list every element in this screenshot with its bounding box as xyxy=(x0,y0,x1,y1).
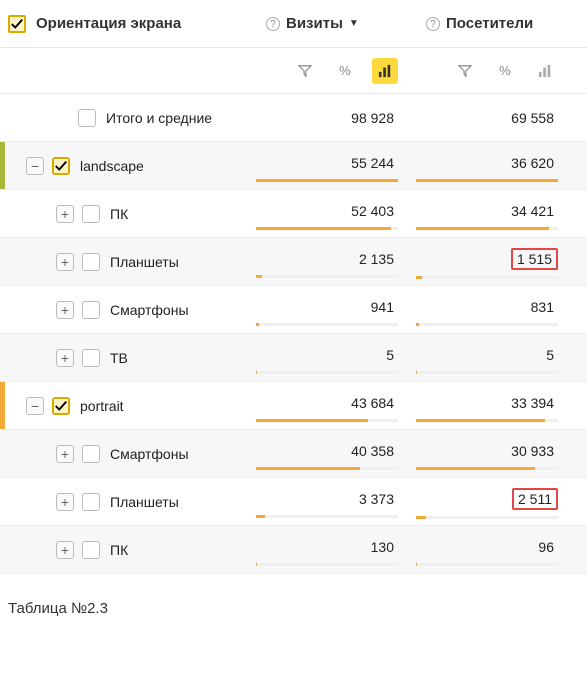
bar-track xyxy=(416,371,558,374)
percent-button[interactable]: % xyxy=(332,58,358,84)
visitors-value: 69 558 xyxy=(507,108,558,128)
bar-track xyxy=(256,419,398,422)
tool-row: % % xyxy=(0,48,587,94)
bar-track xyxy=(416,467,558,470)
visitors-value: 34 421 xyxy=(507,201,558,221)
bar-track xyxy=(416,276,558,279)
row-label: ПК xyxy=(110,206,128,222)
bar-track xyxy=(256,275,398,278)
row-landscape-phones: + Смартфоны 941 831 xyxy=(0,286,587,334)
dimension-label: Ориентация экрана xyxy=(36,15,181,32)
category-indicator xyxy=(0,382,5,429)
table-caption: Таблица №2.3 xyxy=(0,574,587,625)
row-label: Планшеты xyxy=(110,254,179,270)
row-landscape: − landscape 55 244 36 620 xyxy=(0,142,587,190)
chevron-down-icon[interactable]: ▼ xyxy=(349,18,359,29)
help-icon[interactable]: ? xyxy=(426,17,440,31)
visitors-value: 96 xyxy=(534,537,558,557)
visitors-value-highlighted: 1 515 xyxy=(511,248,558,270)
visits-value: 3 373 xyxy=(355,489,398,509)
checkbox[interactable] xyxy=(82,349,100,367)
row-label: Смартфоны xyxy=(110,302,189,318)
visitors-value: 831 xyxy=(527,297,558,317)
bar-track xyxy=(416,227,558,230)
row-label: Планшеты xyxy=(110,494,179,510)
checkbox[interactable] xyxy=(82,301,100,319)
expand-button[interactable]: + xyxy=(56,493,74,511)
header-row: Ориентация экрана ? Визиты ▼ ? Посетител… xyxy=(0,0,587,48)
row-label: ТВ xyxy=(110,350,128,366)
row-landscape-pc: + ПК 52 403 34 421 xyxy=(0,190,587,238)
filter-icon[interactable] xyxy=(292,58,318,84)
visits-value: 43 684 xyxy=(347,393,398,413)
row-portrait-tablets: + Планшеты 3 373 2 511 xyxy=(0,478,587,526)
checkbox[interactable] xyxy=(82,445,100,463)
checkbox-checked[interactable] xyxy=(52,397,70,415)
visits-value: 130 xyxy=(367,537,398,557)
visitors-label: Посетители xyxy=(446,15,533,32)
collapse-button[interactable]: − xyxy=(26,157,44,175)
visits-value: 98 928 xyxy=(347,108,398,128)
row-portrait-phones: + Смартфоны 40 358 30 933 xyxy=(0,430,587,478)
check-icon[interactable] xyxy=(8,15,26,33)
expand-button[interactable]: + xyxy=(56,541,74,559)
visits-value: 52 403 xyxy=(347,201,398,221)
bar-track xyxy=(256,227,398,230)
expand-button[interactable]: + xyxy=(56,301,74,319)
bar-track xyxy=(256,563,398,566)
bar-track xyxy=(256,179,398,182)
checkbox[interactable] xyxy=(82,493,100,511)
row-total: Итого и средние 98 928 69 558 xyxy=(0,94,587,142)
row-landscape-tv: + ТВ 5 5 xyxy=(0,334,587,382)
category-indicator xyxy=(0,142,5,189)
visitors-value: 30 933 xyxy=(507,441,558,461)
checkbox[interactable] xyxy=(78,109,96,127)
expand-button[interactable]: + xyxy=(56,205,74,223)
checkbox[interactable] xyxy=(82,205,100,223)
bar-track xyxy=(416,179,558,182)
visits-value: 40 358 xyxy=(347,441,398,461)
bar-track xyxy=(256,515,398,518)
help-icon[interactable]: ? xyxy=(266,17,280,31)
row-portrait: − portrait 43 684 33 394 xyxy=(0,382,587,430)
header-dimension[interactable]: Ориентация экрана xyxy=(0,15,256,33)
visits-value: 5 xyxy=(382,345,398,365)
checkbox[interactable] xyxy=(82,253,100,271)
visitors-value: 36 620 xyxy=(507,153,558,173)
header-visits[interactable]: ? Визиты ▼ xyxy=(256,15,416,32)
bar-track xyxy=(256,371,398,374)
visitors-value: 5 xyxy=(542,345,558,365)
collapse-button[interactable]: − xyxy=(26,397,44,415)
checkbox[interactable] xyxy=(82,541,100,559)
checkbox-checked[interactable] xyxy=(52,157,70,175)
expand-button[interactable]: + xyxy=(56,445,74,463)
bar-chart-icon[interactable] xyxy=(372,58,398,84)
expand-button[interactable]: + xyxy=(56,253,74,271)
visits-value: 941 xyxy=(367,297,398,317)
visits-value: 2 135 xyxy=(355,249,398,269)
row-landscape-tablets: + Планшеты 2 135 1 515 xyxy=(0,238,587,286)
visits-value: 55 244 xyxy=(347,153,398,173)
filter-icon[interactable] xyxy=(452,58,478,84)
row-label: portrait xyxy=(80,398,124,414)
bar-track xyxy=(416,323,558,326)
bar-chart-icon[interactable] xyxy=(532,58,558,84)
visitors-value-highlighted: 2 511 xyxy=(512,488,558,510)
header-visitors[interactable]: ? Посетители xyxy=(416,15,576,32)
row-label: Итого и средние xyxy=(106,110,212,126)
bar-track xyxy=(256,467,398,470)
row-portrait-pc: + ПК 130 96 xyxy=(0,526,587,574)
expand-button[interactable]: + xyxy=(56,349,74,367)
percent-button[interactable]: % xyxy=(492,58,518,84)
visitors-value: 33 394 xyxy=(507,393,558,413)
bar-track xyxy=(256,323,398,326)
bar-track xyxy=(416,516,558,519)
row-label: landscape xyxy=(80,158,144,174)
visits-label: Визиты xyxy=(286,15,343,32)
bar-track xyxy=(416,563,558,566)
row-label: Смартфоны xyxy=(110,446,189,462)
bar-track xyxy=(416,419,558,422)
row-label: ПК xyxy=(110,542,128,558)
